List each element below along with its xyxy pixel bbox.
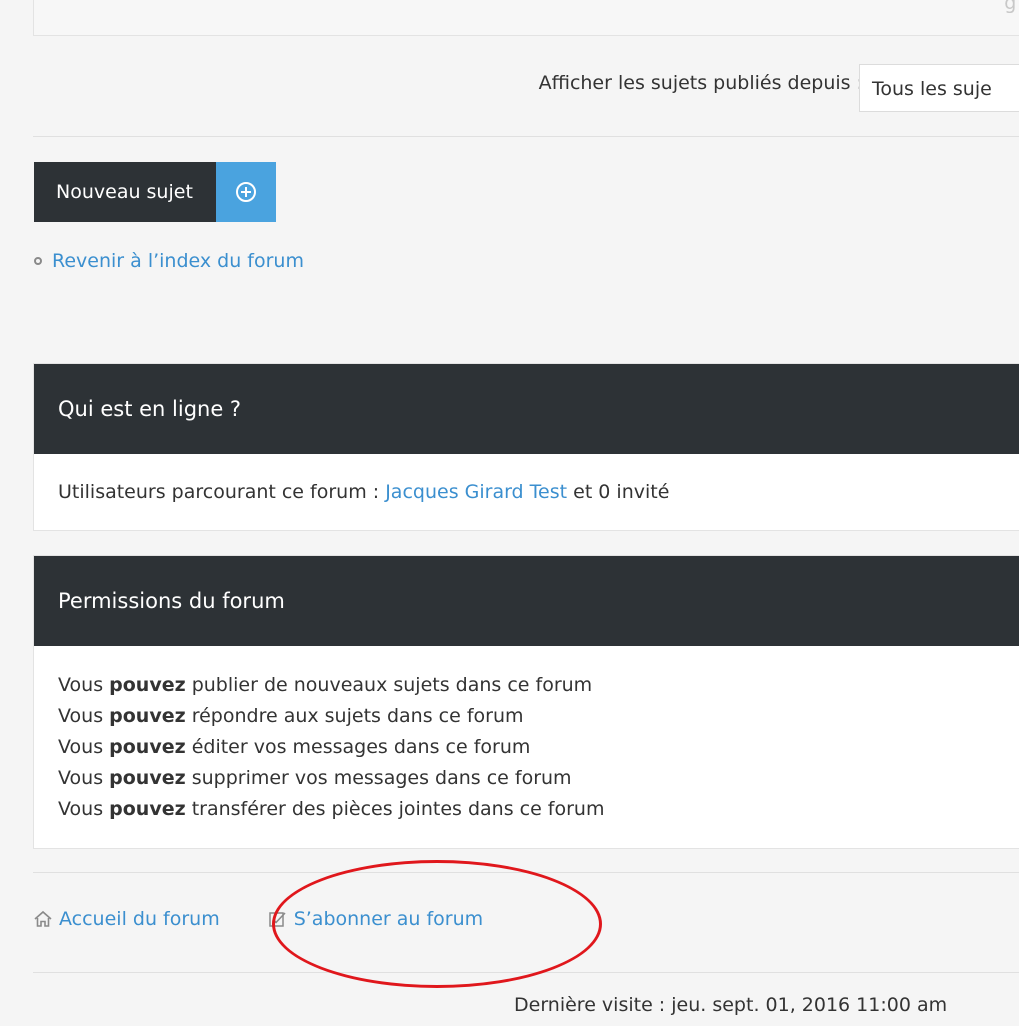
- last-visit-text: Dernière visite : jeu. sept. 01, 2016 11…: [514, 994, 948, 1016]
- permissions-list: Vous pouvez publier de nouveaux sujets d…: [34, 646, 1019, 825]
- permission-line: Vous pouvez éditer vos messages dans ce …: [58, 736, 531, 758]
- home-icon: [33, 910, 53, 928]
- checkbox-check-icon: [268, 910, 288, 928]
- top-panel: ge: [33, 0, 1019, 36]
- online-user-link[interactable]: Jacques Girard Test: [385, 481, 567, 503]
- who-is-online-panel: Qui est en ligne ? Utilisateurs parcoura…: [33, 363, 1019, 531]
- plus-circle-icon: [215, 162, 276, 222]
- forum-permissions-panel: Permissions du forum Vous pouvez publier…: [33, 555, 1019, 849]
- new-topic-label: Nouveau sujet: [34, 162, 216, 222]
- permission-line: Vous pouvez répondre aux sujets dans ce …: [58, 705, 524, 727]
- who-is-online-body: Utilisateurs parcourant ce forum : Jacqu…: [34, 454, 1019, 530]
- forum-home-item[interactable]: Accueil du forum: [33, 908, 220, 930]
- permission-line: Vous pouvez publier de nouveaux sujets d…: [58, 674, 593, 696]
- topic-filter-row: Afficher les sujets publiés depuis : Tou…: [33, 60, 1019, 116]
- permission-line: Vous pouvez transférer des pièces jointe…: [58, 798, 605, 820]
- forum-page: ge Afficher les sujets publiés depuis : …: [0, 0, 1019, 1026]
- topics-since-select[interactable]: Tous les suje: [859, 64, 1019, 112]
- divider: [33, 972, 1019, 973]
- who-is-online-title: Qui est en ligne ?: [34, 364, 1019, 454]
- footer-links: Accueil du forum S’abonner au forum: [33, 908, 531, 930]
- subscribe-forum-link[interactable]: S’abonner au forum: [294, 908, 483, 930]
- online-text-suffix: et 0 invité: [573, 481, 670, 503]
- bullet-circle-icon: [34, 257, 42, 265]
- divider: [33, 872, 1019, 873]
- divider: [33, 136, 1019, 137]
- permission-line: Vous pouvez supprimer vos messages dans …: [58, 767, 572, 789]
- new-topic-button[interactable]: Nouveau sujet: [34, 162, 276, 222]
- forum-home-link[interactable]: Accueil du forum: [59, 908, 220, 930]
- filter-label: Afficher les sujets publiés depuis :: [538, 72, 863, 94]
- top-corner-text: ge: [1004, 0, 1019, 14]
- online-text-prefix: Utilisateurs parcourant ce forum :: [58, 481, 380, 503]
- back-to-index-row: Revenir à l’index du forum: [34, 250, 304, 272]
- subscribe-forum-item[interactable]: S’abonner au forum: [268, 908, 483, 930]
- permissions-title: Permissions du forum: [34, 556, 1019, 646]
- back-to-index-link[interactable]: Revenir à l’index du forum: [52, 250, 304, 272]
